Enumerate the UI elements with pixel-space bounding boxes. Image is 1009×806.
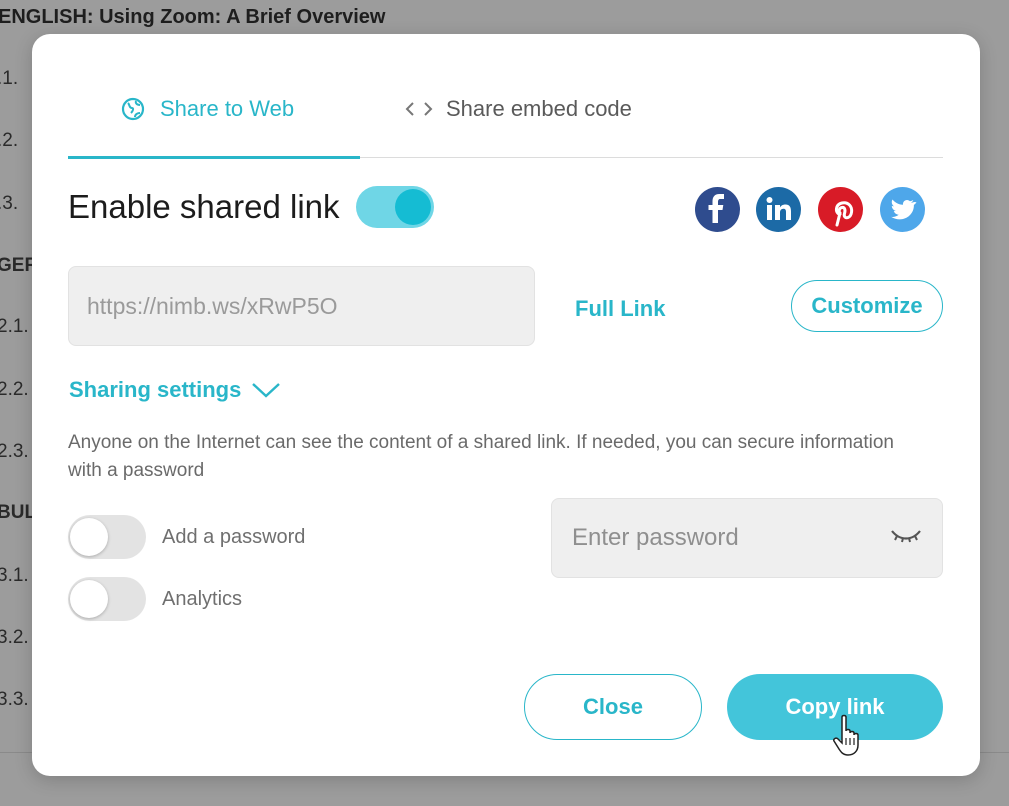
tab-bar: Share to Web Share embed code xyxy=(68,34,943,159)
outline-item: 3.3. xyxy=(0,689,29,710)
tab-label: Share embed code xyxy=(446,96,632,121)
outline-item: 3.2. xyxy=(0,627,29,648)
close-button[interactable]: Close xyxy=(524,674,702,740)
facebook-share-button[interactable] xyxy=(695,187,740,232)
enable-shared-link-label: Enable shared link xyxy=(68,188,340,225)
full-link-button[interactable]: Full Link xyxy=(575,296,665,322)
outline-heading: BUL xyxy=(0,502,37,523)
copy-link-button[interactable]: Copy link xyxy=(727,674,943,740)
tab-label: Share to Web xyxy=(160,96,295,121)
active-tab-indicator xyxy=(68,156,360,159)
linkedin-icon xyxy=(766,197,791,220)
outline-item: 2.1. xyxy=(0,316,29,337)
outline-item: 2.2. xyxy=(0,379,29,400)
shared-link-input[interactable] xyxy=(68,266,535,346)
page-title: ENGLISH: Using Zoom: A Brief Overview xyxy=(0,6,386,28)
hidden-eye-icon[interactable] xyxy=(890,525,922,547)
code-icon xyxy=(404,96,434,122)
share-dialog: Share to Web Share embed code Enable sha… xyxy=(32,34,980,776)
toggle-knob xyxy=(394,189,431,225)
twitter-share-button[interactable] xyxy=(880,187,925,232)
password-field xyxy=(551,498,943,578)
enable-shared-link-row: Enable shared link xyxy=(68,186,434,228)
outline-item: 2.3. xyxy=(0,441,29,462)
password-input[interactable] xyxy=(552,499,852,577)
outline-item: .3. xyxy=(0,193,19,214)
outline-item: 3.1. xyxy=(0,565,29,586)
enable-shared-link-toggle[interactable] xyxy=(355,186,434,228)
toggle-knob xyxy=(70,580,108,618)
tab-share-embed-code[interactable]: Share embed code xyxy=(404,96,632,122)
globe-icon xyxy=(120,96,146,122)
tab-share-to-web[interactable]: Share to Web xyxy=(120,96,294,122)
sharing-settings-toggle[interactable]: Sharing settings xyxy=(69,377,281,403)
toggle-knob xyxy=(70,518,108,556)
analytics-option: Analytics xyxy=(68,577,242,621)
facebook-icon xyxy=(708,194,724,223)
outline-item: .2. xyxy=(0,130,19,151)
sharing-description: Anyone on the Internet can see the conte… xyxy=(68,432,894,481)
analytics-toggle[interactable] xyxy=(68,577,146,621)
twitter-icon xyxy=(891,199,917,220)
linkedin-share-button[interactable] xyxy=(756,187,801,232)
customize-button[interactable]: Customize xyxy=(791,280,943,332)
add-password-option: Add a password xyxy=(68,515,305,559)
sharing-settings-label: Sharing settings xyxy=(69,377,242,402)
outline-item: .1. xyxy=(0,68,19,89)
add-password-toggle[interactable] xyxy=(68,515,146,559)
chevron-down-icon xyxy=(252,383,281,398)
add-password-label: Add a password xyxy=(162,525,306,548)
pinterest-icon xyxy=(834,201,854,227)
pinterest-share-button[interactable] xyxy=(818,187,863,232)
analytics-label: Analytics xyxy=(162,587,243,610)
